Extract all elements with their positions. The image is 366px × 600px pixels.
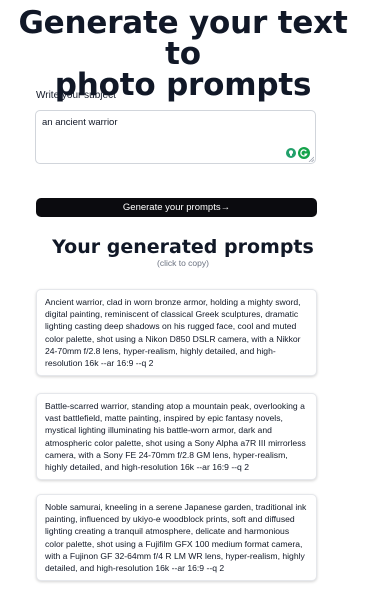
page-title-line-1: Generate your text to [18, 5, 348, 72]
page-title: Generate your text to photo prompts [0, 8, 366, 101]
prompt-text[interactable]: Noble samurai, kneeling in a serene Japa… [45, 501, 309, 574]
prompt-card[interactable]: Battle-scarred warrior, standing atop a … [36, 393, 317, 480]
subject-textarea[interactable]: an ancient warrior [35, 110, 316, 164]
prompt-text[interactable]: Ancient warrior, clad in worn bronze arm… [45, 296, 309, 369]
lightbulb-icon[interactable] [286, 148, 296, 158]
page: Generate your text to photo prompts Writ… [0, 0, 366, 600]
prompt-text[interactable]: Battle-scarred warrior, standing atop a … [45, 400, 309, 473]
subject-label: Write your subject [36, 90, 116, 101]
subject-text[interactable]: an ancient warrior [42, 117, 118, 128]
prompt-card[interactable]: Ancient warrior, clad in worn bronze arm… [36, 289, 317, 376]
click-to-copy-hint: (click to copy) [157, 258, 209, 268]
prompt-card[interactable]: Noble samurai, kneeling in a serene Japa… [36, 494, 317, 581]
generate-prompts-button[interactable]: Generate your prompts→ [36, 198, 317, 217]
resize-grip-icon[interactable] [308, 156, 314, 162]
results-title: Your generated prompts [52, 236, 314, 258]
